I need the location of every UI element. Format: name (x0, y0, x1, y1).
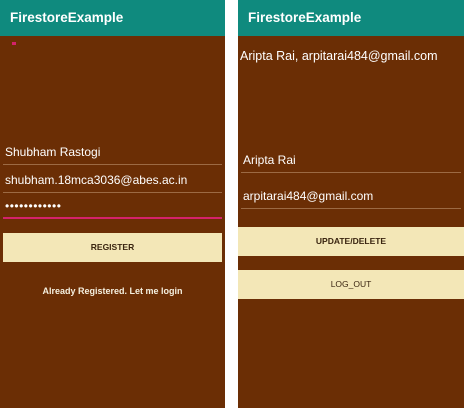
password-input[interactable]: •••••••••••• (3, 197, 222, 219)
profile-screen: FirestoreExample Aripta Rai, arpitarai48… (238, 0, 464, 408)
register-button[interactable]: REGISTER (3, 233, 222, 262)
login-link[interactable]: Already Registered. Let me login (0, 286, 225, 296)
logout-button[interactable]: LOG_OUT (238, 270, 464, 299)
email-input[interactable]: arpitarai484@gmail.com (241, 187, 461, 209)
app-bar-title: FirestoreExample (0, 0, 225, 36)
name-input[interactable]: Aripta Rai (241, 151, 461, 173)
text-cursor-marker (12, 42, 16, 45)
app-bar-title: FirestoreExample (238, 0, 464, 36)
email-input[interactable]: shubham.18mca3036@abes.ac.in (3, 171, 222, 193)
update-delete-button[interactable]: UPDATE/DELETE (238, 227, 464, 256)
name-input[interactable]: Shubham Rastogi (3, 143, 222, 165)
user-info-text: Aripta Rai, arpitarai484@gmail.com (240, 49, 438, 63)
register-screen: FirestoreExample Shubham Rastogi shubham… (0, 0, 225, 408)
